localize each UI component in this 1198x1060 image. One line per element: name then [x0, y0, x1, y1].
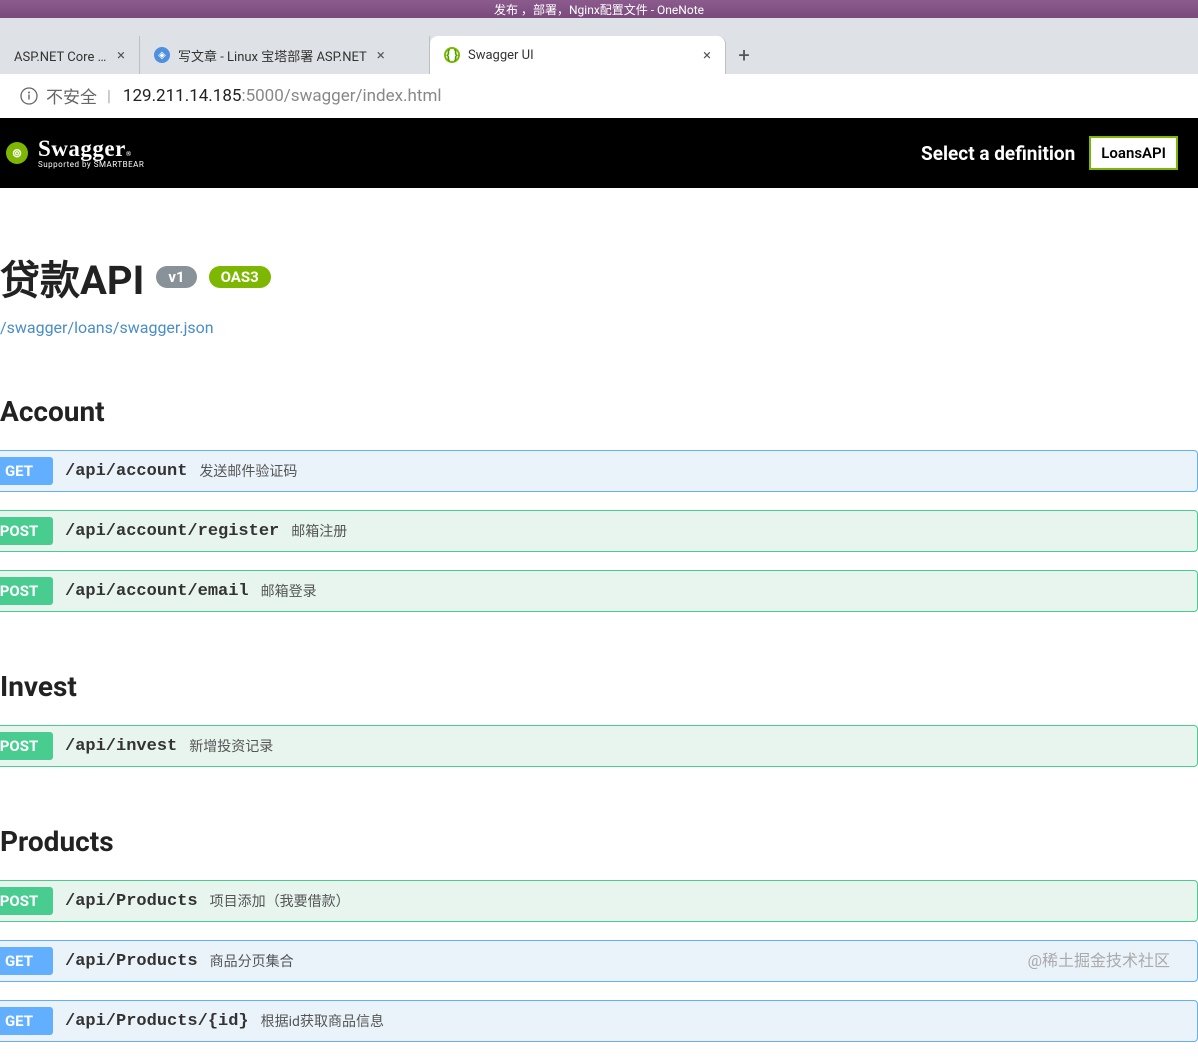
- tag-section: Account GET/api/account 发送邮件验证码 POST/api/ac…: [0, 395, 1198, 612]
- tab-label: 写文章 - Linux 宝塔部署 ASP.NET: [178, 46, 367, 65]
- operation-desc: 新增投资记录: [189, 736, 273, 756]
- tab-label: ASP.NET Core 应: [14, 46, 107, 65]
- close-icon[interactable]: ×: [377, 46, 385, 64]
- address-bar[interactable]: 不安全 | 129.211.14.185:5000/swagger/index.…: [0, 74, 1198, 118]
- operation-path: /api/account/email: [65, 582, 249, 601]
- method-badge: POST: [0, 577, 53, 605]
- tag-title[interactable]: Account: [0, 395, 1198, 428]
- favicon: { }: [444, 47, 460, 63]
- operation-path: /api/Products/{id}: [65, 1012, 249, 1031]
- method-badge: POST: [0, 887, 53, 915]
- info-icon[interactable]: [20, 87, 38, 105]
- operation-path: /api/invest: [65, 737, 177, 756]
- method-badge: POST: [0, 732, 53, 760]
- operation-path: /api/Products: [65, 952, 198, 971]
- operation-row[interactable]: POST/api/account/email 邮箱登录: [0, 570, 1198, 612]
- new-tab-button[interactable]: +: [726, 36, 762, 74]
- operation-path: /api/Products: [65, 892, 198, 911]
- operation-desc: 邮箱登录: [261, 581, 317, 601]
- window-title: 发布 ，部署，Nginx配置文件 - OneNote: [494, 1, 704, 18]
- tag-title[interactable]: Products: [0, 825, 1198, 858]
- favicon: ◈: [154, 47, 170, 63]
- operation-row[interactable]: POST/api/invest 新增投资记录: [0, 725, 1198, 767]
- swagger-logo[interactable]: ⊚ Swagger® Supported by SMARTBEAR: [6, 137, 144, 169]
- operation-desc: 商品分页集合: [210, 951, 294, 971]
- brand-text: Swagger®: [38, 137, 144, 160]
- tag-title[interactable]: Invest: [0, 670, 1198, 703]
- method-badge: GET: [0, 947, 53, 975]
- swagger-logo-icon: ⊚: [6, 142, 28, 164]
- select-definition-label: Select a definition: [921, 142, 1075, 165]
- tag-section: Invest POST/api/invest 新增投资记录: [0, 670, 1198, 767]
- operation-desc: 邮箱注册: [291, 521, 347, 541]
- operation-row[interactable]: GET/api/Products 商品分页集合: [0, 940, 1198, 982]
- definition-select[interactable]: LoansAPI: [1089, 136, 1178, 170]
- plus-icon: +: [738, 43, 749, 67]
- browser-tabstrip: ASP.NET Core 应 × ◈ 写文章 - Linux 宝塔部署 ASP.…: [0, 18, 1198, 74]
- close-icon[interactable]: ×: [703, 46, 711, 64]
- browser-tab[interactable]: ◈ 写文章 - Linux 宝塔部署 ASP.NET ×: [140, 36, 430, 74]
- operation-row[interactable]: GET/api/account 发送邮件验证码: [0, 450, 1198, 492]
- method-badge: GET: [0, 1007, 53, 1035]
- operation-path: /api/account: [65, 462, 187, 481]
- separator: |: [107, 86, 111, 105]
- method-badge: GET: [0, 457, 53, 485]
- operation-row[interactable]: POST/api/account/register 邮箱注册: [0, 510, 1198, 552]
- browser-tab[interactable]: ASP.NET Core 应 ×: [0, 36, 140, 74]
- operation-row[interactable]: GET/api/Products/{id} 根据id获取商品信息: [0, 1000, 1198, 1042]
- close-icon[interactable]: ×: [117, 46, 125, 64]
- swagger-json-link[interactable]: /swagger/loans/swagger.json: [0, 318, 1198, 337]
- window-titlebar: 发布 ，部署，Nginx配置文件 - OneNote: [0, 0, 1198, 18]
- swagger-content: 贷款API v1 OAS3 /swagger/loans/swagger.jso…: [0, 188, 1198, 1042]
- operation-desc: 项目添加（我要借款）: [210, 891, 350, 911]
- watermark: @稀土掘金技术社区: [1028, 947, 1170, 971]
- tag-section: Products POST/api/Products 项目添加（我要借款） GET/a…: [0, 825, 1198, 1042]
- brand-subtext: Supported by SMARTBEAR: [38, 160, 144, 169]
- security-label: 不安全: [46, 83, 97, 108]
- browser-tab-active[interactable]: { } Swagger UI ×: [430, 36, 726, 74]
- url-text: 129.211.14.185:5000/swagger/index.html: [123, 86, 442, 106]
- oas-badge: OAS3: [209, 266, 271, 288]
- operation-path: /api/account/register: [65, 522, 279, 541]
- api-title: 贷款API: [0, 248, 144, 306]
- operation-row[interactable]: POST/api/Products 项目添加（我要借款）: [0, 880, 1198, 922]
- swagger-topbar: ⊚ Swagger® Supported by SMARTBEAR Select…: [0, 118, 1198, 188]
- tab-label: Swagger UI: [468, 48, 534, 63]
- operation-desc: 发送邮件验证码: [199, 461, 297, 481]
- method-badge: POST: [0, 517, 53, 545]
- operation-desc: 根据id获取商品信息: [261, 1011, 384, 1031]
- version-badge: v1: [156, 266, 196, 288]
